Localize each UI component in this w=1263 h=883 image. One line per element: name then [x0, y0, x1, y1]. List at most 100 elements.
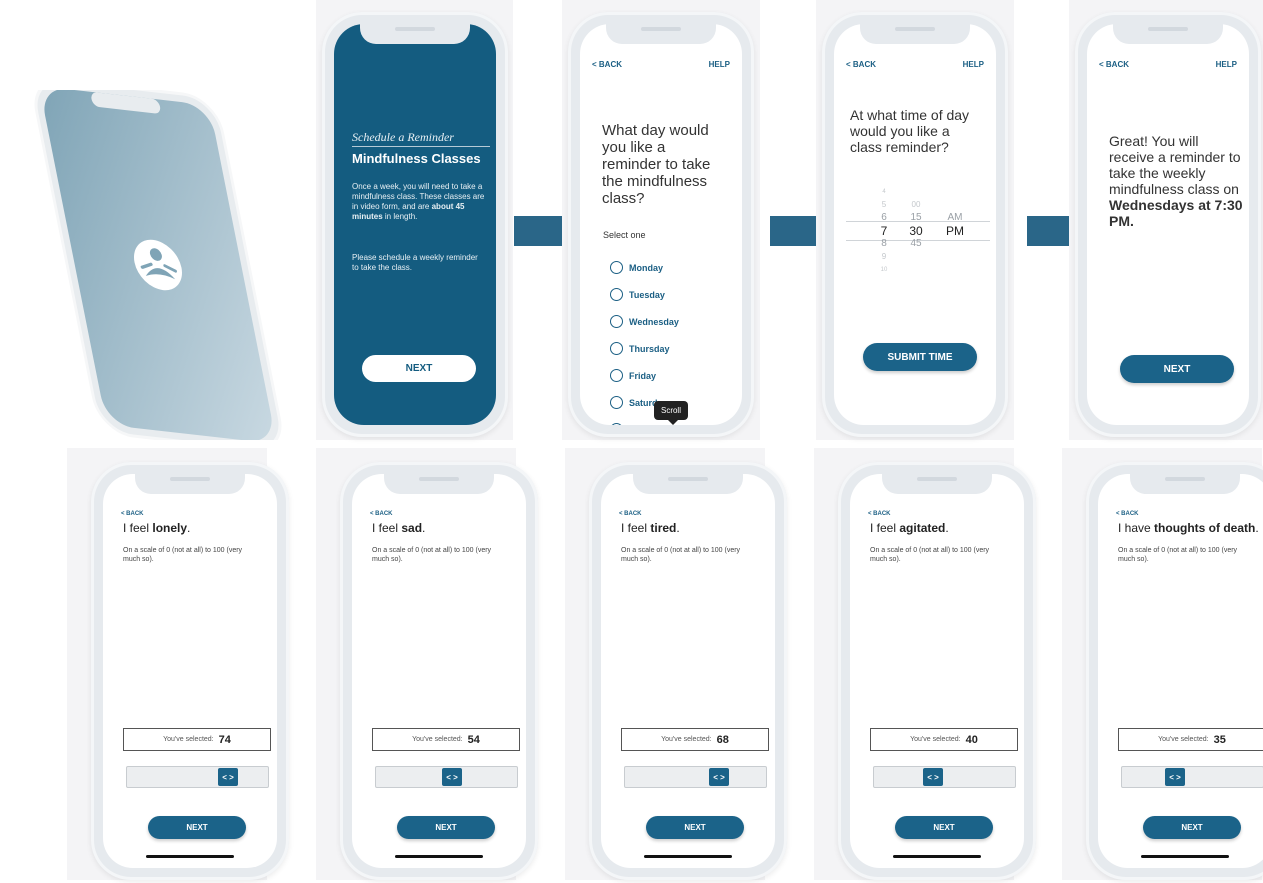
day-option[interactable]: Wednesday: [610, 308, 679, 335]
mood-screen: < BACK I have thoughts of death. On a scal…: [1098, 474, 1263, 868]
time-picker-value[interactable]: 15: [904, 213, 928, 223]
mood-slider-thumb[interactable]: < >: [923, 768, 943, 786]
time-picker[interactable]: 4 5 6 7 8 9 10 00 15 30 45 AM PM: [834, 184, 996, 294]
time-picker-value[interactable]: 00: [904, 201, 928, 209]
mood-back-link[interactable]: < BACK: [370, 511, 393, 517]
time-screen: < BACK HELP At what time of day would yo…: [834, 24, 996, 425]
home-indicator: [146, 855, 234, 858]
intro-notch: [360, 22, 470, 44]
submit-time-button[interactable]: SUBMIT TIME: [863, 343, 977, 371]
intro-paragraph-2: Please schedule a weekly reminder to tak…: [352, 253, 478, 272]
radio-circle-icon[interactable]: [610, 423, 623, 425]
storyboard-canvas: Schedule a Reminder Mindfulness Classes …: [0, 0, 1263, 883]
mood-next-button[interactable]: NEXT: [646, 816, 744, 839]
mood-prompt-prefix: I have: [1118, 521, 1155, 535]
scroll-tooltip-pointer: [668, 420, 678, 425]
confirm-next-button[interactable]: NEXT: [1120, 355, 1234, 383]
mood-next-button[interactable]: NEXT: [1143, 816, 1241, 839]
time-picker-value[interactable]: PM: [942, 225, 968, 237]
intro-screen: Schedule a Reminder Mindfulness Classes …: [334, 24, 496, 425]
day-help-link[interactable]: HELP: [709, 60, 730, 69]
time-picker-value[interactable]: AM: [942, 213, 968, 223]
time-picker-value[interactable]: 45: [904, 239, 928, 249]
mood-slider-track[interactable]: < >: [873, 766, 1016, 788]
radio-circle-icon[interactable]: [610, 261, 623, 274]
mood-notch: [135, 472, 245, 494]
mood-scale-description: On a scale of 0 (not at all) to 100 (ver…: [1118, 547, 1238, 563]
time-help-link[interactable]: HELP: [963, 60, 984, 69]
mood-next-button[interactable]: NEXT: [895, 816, 993, 839]
day-back-link[interactable]: < BACK: [592, 60, 622, 69]
mood-back-link[interactable]: < BACK: [121, 511, 144, 517]
mood-prompt: I feel lonely.: [123, 521, 190, 535]
day-phone: < BACK HELP What day would you like a re…: [568, 12, 754, 437]
mood-slider-thumb[interactable]: < >: [218, 768, 238, 786]
selected-value-box: You've selected: 68: [621, 728, 769, 751]
home-indicator: [644, 855, 732, 858]
mood-slider-track[interactable]: < >: [624, 766, 767, 788]
day-option[interactable]: Monday: [610, 254, 679, 281]
splash-phone-svg: [34, 78, 282, 452]
time-picker-value[interactable]: 5: [874, 201, 894, 209]
day-option[interactable]: Tuesday: [610, 281, 679, 308]
time-phone: < BACK HELP At what time of day would yo…: [822, 12, 1008, 437]
mood-slider-track[interactable]: < >: [1121, 766, 1263, 788]
mood-back-link[interactable]: < BACK: [619, 511, 642, 517]
time-picker-value[interactable]: 4: [874, 189, 894, 195]
mood-scale-description: On a scale of 0 (not at all) to 100 (ver…: [621, 547, 741, 563]
day-option-label: Thursday: [629, 343, 670, 354]
splash-phone-illustration: [8, 78, 308, 452]
day-option[interactable]: Friday: [610, 362, 679, 389]
mood-prompt: I have thoughts of death.: [1118, 521, 1259, 535]
time-picker-value[interactable]: 8: [874, 239, 894, 249]
day-option-label: Sunday: [629, 425, 662, 426]
intro-next-button[interactable]: NEXT: [362, 355, 476, 382]
mood-scale-description: On a scale of 0 (not at all) to 100 (ver…: [372, 547, 492, 563]
mood-phone: < BACK I feel sad. On a scale of 0 (not at…: [340, 462, 538, 880]
mood-slider-thumb[interactable]: < >: [1165, 768, 1185, 786]
selected-value-label: You've selected:: [910, 736, 961, 743]
time-back-link[interactable]: < BACK: [846, 60, 876, 69]
radio-circle-icon[interactable]: [610, 369, 623, 382]
confirm-message: Great! You will receive a reminder to ta…: [1109, 133, 1243, 229]
intro-paragraph-1: Once a week, you will need to take a min…: [352, 182, 486, 222]
mood-scale-description: On a scale of 0 (not at all) to 100 (ver…: [123, 547, 243, 563]
intro-phone: Schedule a Reminder Mindfulness Classes …: [322, 12, 508, 437]
day-option-label: Friday: [629, 370, 657, 381]
time-picker-value[interactable]: 9: [874, 253, 894, 261]
scroll-tooltip-text: Scroll: [660, 406, 681, 415]
mood-next-button[interactable]: NEXT: [397, 816, 495, 839]
day-option[interactable]: Thursday: [610, 335, 679, 362]
mood-next-button[interactable]: NEXT: [148, 816, 246, 839]
mood-back-link[interactable]: < BACK: [1116, 511, 1139, 517]
mood-phone: < BACK I have thoughts of death. On a scal…: [1086, 462, 1263, 880]
day-notch: [606, 22, 716, 44]
radio-circle-icon[interactable]: [610, 396, 623, 409]
selected-value-number: 54: [467, 733, 480, 746]
mood-slider-track[interactable]: < >: [375, 766, 518, 788]
radio-circle-icon[interactable]: [610, 288, 623, 301]
mood-screen: < BACK I feel lonely. On a scale of 0 (not…: [103, 474, 277, 868]
confirm-back-link[interactable]: < BACK: [1099, 60, 1129, 69]
time-picker-value[interactable]: 10: [874, 267, 894, 273]
time-picker-value[interactable]: 7: [874, 225, 894, 237]
mood-prompt: I feel sad.: [372, 521, 425, 535]
radio-circle-icon[interactable]: [610, 342, 623, 355]
mood-prompt-emphasis: tired: [650, 521, 677, 535]
confirm-phone: < BACK HELP Great! You will receive a re…: [1075, 12, 1261, 437]
intro-italic-title: Schedule a Reminder: [352, 130, 454, 144]
radio-circle-icon[interactable]: [610, 315, 623, 328]
time-picker-value[interactable]: 6: [874, 213, 894, 223]
time-picker-value[interactable]: 30: [904, 225, 928, 237]
day-option-label: Tuesday: [629, 289, 665, 300]
mood-slider-track[interactable]: < >: [126, 766, 269, 788]
home-indicator: [395, 855, 483, 858]
mood-prompt-prefix: I feel: [123, 521, 153, 535]
day-option-list: Monday Tuesday Wednesday Thursday Friday Satu…: [610, 254, 679, 425]
mood-slider-thumb[interactable]: < >: [442, 768, 462, 786]
mood-slider-thumb[interactable]: < >: [709, 768, 729, 786]
mood-back-link[interactable]: < BACK: [868, 511, 891, 517]
confirm-help-link[interactable]: HELP: [1216, 60, 1237, 69]
mood-phone: < BACK I feel lonely. On a scale of 0 (not…: [91, 462, 289, 880]
mood-phone: < BACK I feel tired. On a scale of 0 (not …: [589, 462, 787, 880]
